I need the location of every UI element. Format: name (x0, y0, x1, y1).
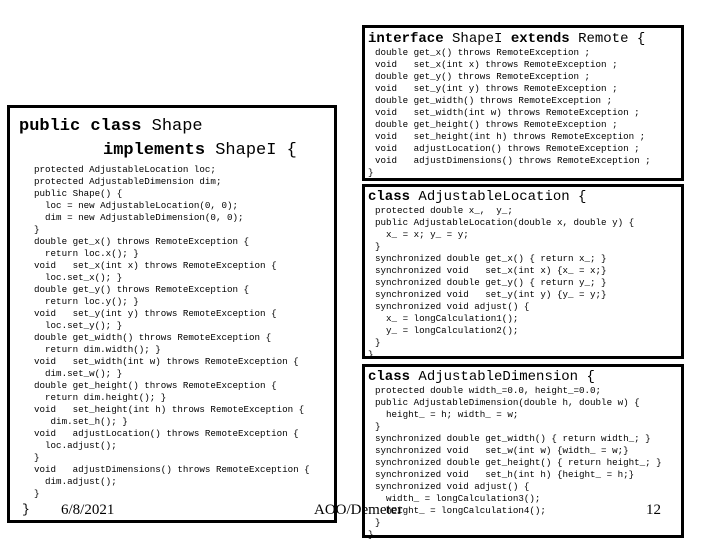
code-line: protected AdjustableLocation loc; (34, 164, 216, 175)
dimension-class-box: class AdjustableDimension { protected do… (362, 364, 684, 541)
interface-code-body: double get_x() throws RemoteException ; v… (368, 47, 651, 179)
code-line: double get_y() throws RemoteException { (34, 284, 250, 295)
parent-interface: Remote { (578, 31, 646, 47)
code-line: void set_height(int h) throws RemoteExce… (375, 131, 646, 142)
keyword-extends: extends (510, 31, 570, 47)
code-line: y_ = longCalculation2(); (375, 325, 519, 336)
keyword-implements: implements (103, 141, 206, 160)
code-line: } (375, 517, 381, 528)
shape-close-brace: } (22, 502, 30, 517)
dimension-code-body: protected double width_=0.0, height_=0.0… (368, 385, 662, 541)
code-line: double get_height() throws RemoteExcepti… (375, 119, 618, 130)
location-code-body: protected double x_, y_; public Adjustabl… (368, 205, 635, 361)
code-line: double get_x() throws RemoteException { (34, 236, 250, 247)
code-line: } (375, 241, 381, 252)
code-line: return dim.height(); } (34, 392, 167, 403)
keyword-class: class (368, 189, 411, 205)
close-brace: } (368, 529, 374, 540)
code-line: loc.set_y(); } (34, 320, 123, 331)
code-line: void set_y(int y) throws RemoteException… (375, 83, 618, 94)
code-line: double get_y() throws RemoteException ; (375, 71, 591, 82)
code-line: dim.adjust(); (34, 476, 117, 487)
code-line: protected double width_=0.0, height_=0.0… (375, 385, 602, 396)
code-line: double get_height() throws RemoteExcepti… (34, 380, 277, 391)
shape-header-line2: implements ShapeI { (103, 141, 297, 161)
code-line: synchronized void adjust() { (375, 481, 530, 492)
code-line: } (375, 421, 381, 432)
footer-title: AOO/Demeter (314, 502, 403, 518)
code-line: public Shape() { (34, 188, 123, 199)
code-line: synchronized double get_x() { return x_;… (375, 253, 607, 264)
interface-name: ShapeI { (215, 141, 297, 160)
code-line: void set_x(int x) throws RemoteException… (34, 260, 277, 271)
code-line: } (34, 452, 40, 463)
code-line: synchronized void set_w(int w) {width_ =… (375, 445, 629, 456)
class-name: AdjustableLocation { (418, 189, 587, 205)
code-line: height_ = longCalculation4(); (375, 505, 546, 516)
code-line: public AdjustableLocation(double x, doub… (375, 217, 635, 228)
code-line: dim = new AdjustableDimension(0, 0); (34, 212, 244, 223)
code-line: return loc.x(); } (34, 248, 139, 259)
footer-date: 6/8/2021 (61, 502, 115, 518)
code-line: x_ = longCalculation1(); (375, 313, 519, 324)
code-line: } (34, 488, 40, 499)
interface-header: interface ShapeI extends Remote { (368, 31, 645, 47)
code-line: synchronized void adjust() { (375, 301, 530, 312)
code-line: void adjustLocation() throws RemoteExcep… (375, 143, 640, 154)
code-line: dim.set_h(); } (34, 416, 128, 427)
code-line: void adjustLocation() throws RemoteExcep… (34, 428, 299, 439)
code-line: synchronized double get_width() { return… (375, 433, 651, 444)
code-line: loc = new AdjustableLocation(0, 0); (34, 200, 238, 211)
code-line: void set_height(int h) throws RemoteExce… (34, 404, 305, 415)
code-line: double get_x() throws RemoteException ; (375, 47, 591, 58)
code-line: synchronized double get_height() { retur… (375, 457, 662, 468)
shape-header-line1: public class Shape (19, 117, 203, 137)
code-line: synchronized void set_h(int h) {height_ … (375, 469, 635, 480)
location-header: class AdjustableLocation { (368, 189, 586, 205)
code-line: } (34, 224, 40, 235)
interface-name: ShapeI (452, 31, 503, 47)
code-line: void set_width(int w) throws RemoteExcep… (375, 107, 640, 118)
keyword-class: class (368, 369, 411, 385)
close-brace: } (368, 167, 374, 178)
keyword-public-class: public class (19, 117, 142, 136)
keyword-interface: interface (368, 31, 444, 47)
code-line: void set_width(int w) throws RemoteExcep… (34, 356, 299, 367)
class-name: Shape (151, 117, 203, 136)
code-line: height_ = h; width_ = w; (375, 409, 519, 420)
code-line: double get_width() throws RemoteExceptio… (34, 332, 272, 343)
code-line: double get_width() throws RemoteExceptio… (375, 95, 613, 106)
code-line: void adjustDimensions() throws RemoteExc… (375, 155, 651, 166)
shape-code-body: protected AdjustableLocation loc; protect… (34, 164, 310, 500)
code-line: loc.set_x(); } (34, 272, 123, 283)
code-line: public AdjustableDimension(double h, dou… (375, 397, 640, 408)
code-line: synchronized void set_x(int x) {x_ = x;} (375, 265, 607, 276)
code-line: void adjustDimensions() throws RemoteExc… (34, 464, 310, 475)
code-line: return dim.width(); } (34, 344, 161, 355)
location-class-box: class AdjustableLocation { protected dou… (362, 184, 684, 361)
code-line: void set_y(int y) throws RemoteException… (34, 308, 277, 319)
code-line: void set_x(int x) throws RemoteException… (375, 59, 618, 70)
close-brace: } (368, 349, 374, 360)
page-number: 12 (646, 502, 661, 518)
class-name: AdjustableDimension { (418, 369, 595, 385)
interface-box: interface ShapeI extends Remote { double… (362, 25, 684, 181)
dimension-header: class AdjustableDimension { (368, 369, 595, 385)
code-line: protected AdjustableDimension dim; (34, 176, 222, 187)
code-line: return loc.y(); } (34, 296, 139, 307)
code-line: x_ = x; y_ = y; (375, 229, 469, 240)
code-line: synchronized double get_y() { return y_;… (375, 277, 607, 288)
code-line: width_ = longCalculation3(); (375, 493, 541, 504)
code-line: loc.adjust(); (34, 440, 117, 451)
shape-class-box: public class Shape implements ShapeI { p… (7, 105, 337, 523)
code-line: protected double x_, y_; (375, 205, 513, 216)
code-line: } (375, 337, 381, 348)
code-line: dim.set_w(); } (34, 368, 123, 379)
code-line: synchronized void set_y(int y) {y_ = y;} (375, 289, 607, 300)
